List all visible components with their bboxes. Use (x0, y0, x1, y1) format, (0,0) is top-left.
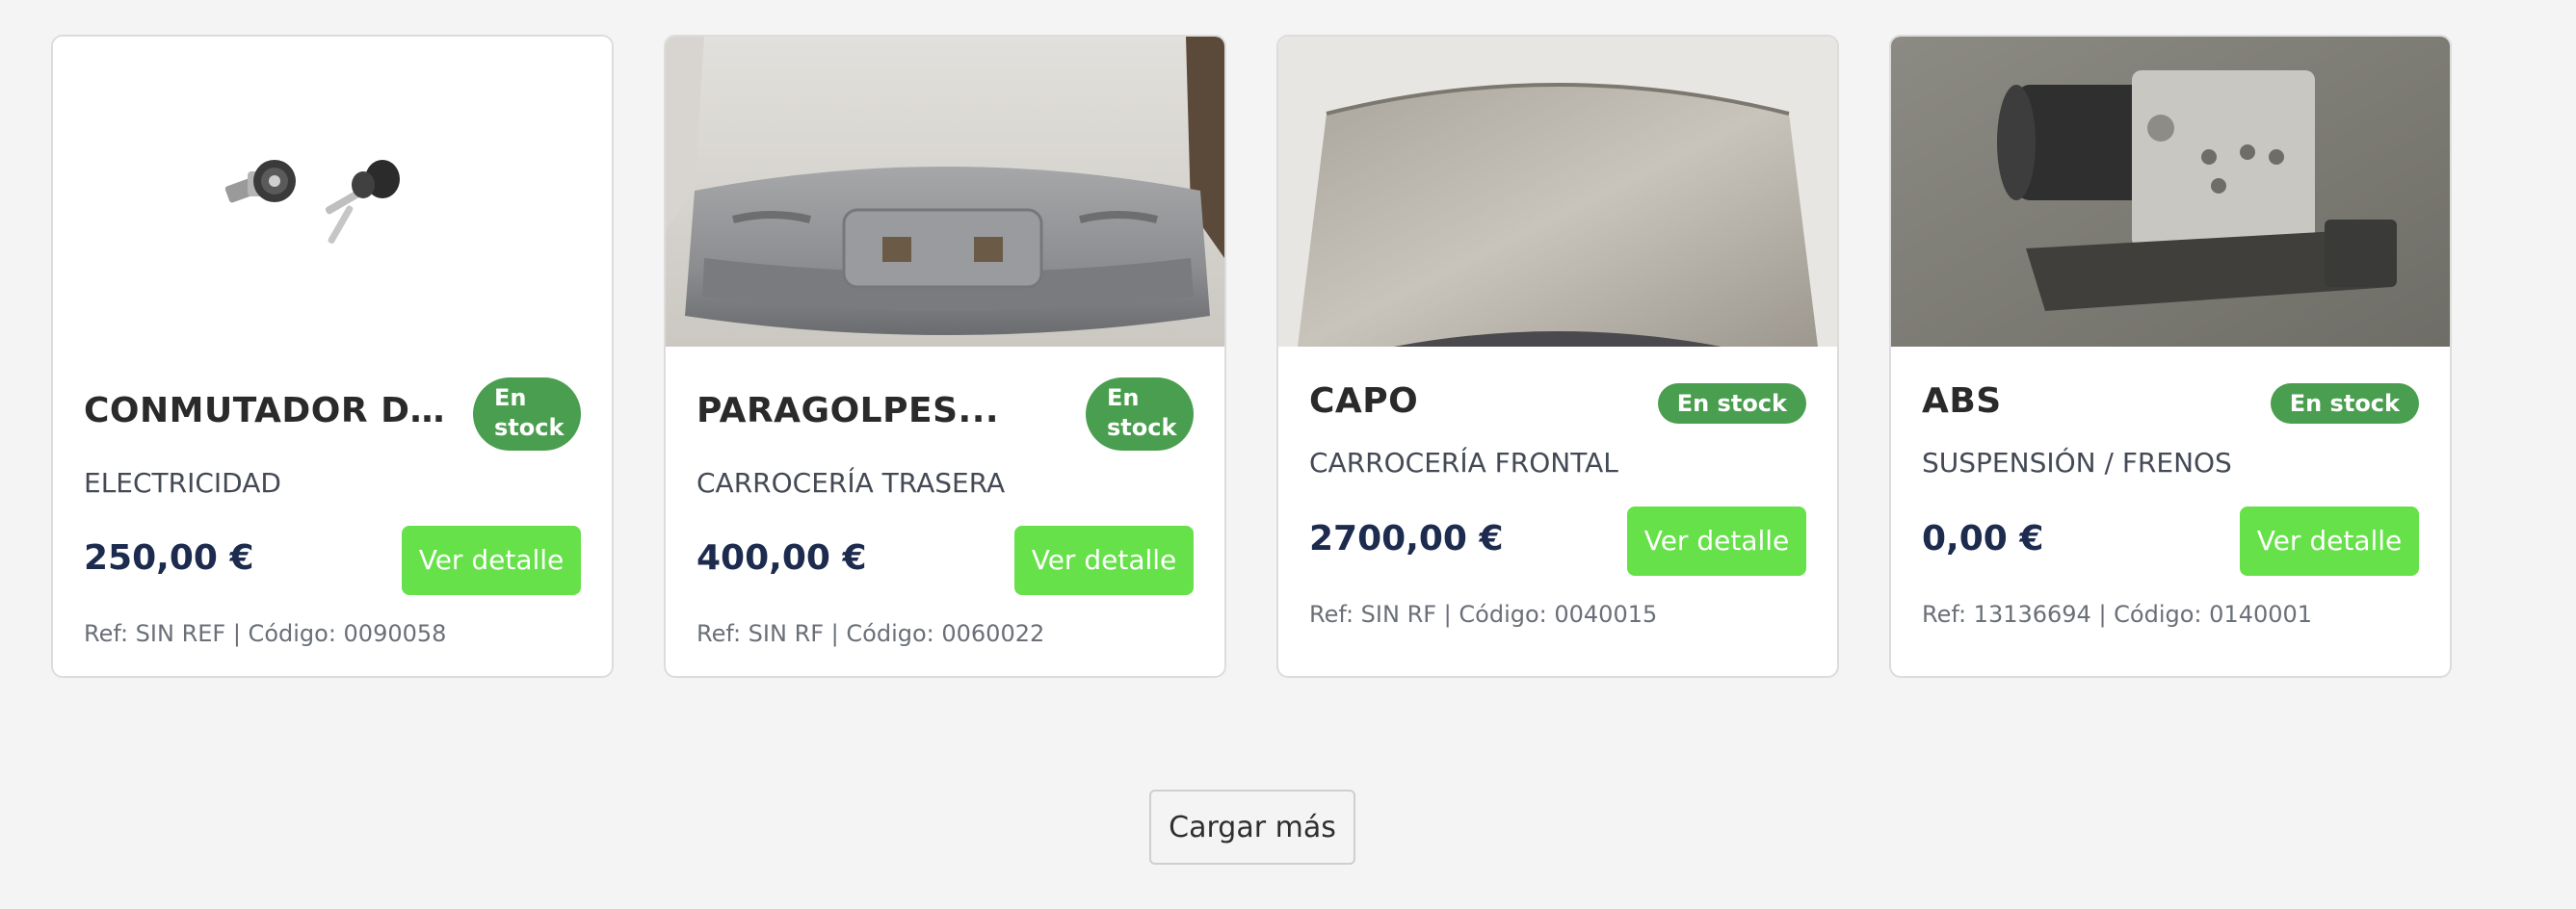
product-price: 250,00 € (84, 538, 254, 578)
product-reference: Ref: SIN RF | Código: 0040015 (1309, 601, 1658, 628)
product-reference: Ref: SIN RF | Código: 0060022 (697, 620, 1045, 647)
product-image-rear-bumper[interactable] (666, 37, 1224, 347)
product-price: 2700,00 € (1309, 519, 1504, 558)
stock-badge: En stock (2270, 383, 2419, 424)
product-category: ELECTRICIDAD (84, 467, 281, 499)
view-detail-button[interactable]: Ver detalle (1627, 506, 1806, 576)
product-category: CARROCERÍA TRASERA (697, 467, 1006, 499)
stock-badge: En stock (1657, 383, 1806, 424)
product-reference: Ref: 13136694 | Código: 0140001 (1922, 601, 2313, 628)
product-title[interactable]: CONMUTADOR DE... (84, 391, 450, 430)
view-detail-button[interactable]: Ver detalle (2240, 506, 2419, 576)
stock-badge: En stock (473, 377, 581, 451)
view-detail-button[interactable]: Ver detalle (402, 526, 581, 595)
product-category: SUSPENSIÓN / FRENOS (1922, 447, 2232, 479)
product-card[interactable]: CONMUTADOR DE... En stock ELECTRICIDAD 2… (51, 35, 614, 678)
view-detail-button[interactable]: Ver detalle (1014, 526, 1194, 595)
product-card[interactable]: ABS En stock SUSPENSIÓN / FRENOS 0,00 € … (1889, 35, 2452, 678)
load-more-button[interactable]: Cargar más (1149, 790, 1355, 865)
product-title[interactable]: ABS (1922, 381, 2002, 421)
product-price: 400,00 € (697, 538, 867, 578)
stock-badge: En stock (1086, 377, 1194, 451)
product-image-car-hood[interactable] (1278, 37, 1837, 347)
product-card[interactable]: CAPO En stock CARROCERÍA FRONTAL 2700,00… (1276, 35, 1839, 678)
product-card[interactable]: PARAGOLPES... En stock CARROCERÍA TRASER… (664, 35, 1226, 678)
product-image-abs-module[interactable] (1891, 37, 2450, 347)
product-reference: Ref: SIN REF | Código: 0090058 (84, 620, 447, 647)
product-category: CARROCERÍA FRONTAL (1309, 447, 1618, 479)
product-image-ignition-switch[interactable] (53, 37, 612, 347)
product-title[interactable]: PARAGOLPES... (697, 391, 999, 430)
product-title[interactable]: CAPO (1309, 381, 1418, 421)
product-price: 0,00 € (1922, 519, 2044, 558)
